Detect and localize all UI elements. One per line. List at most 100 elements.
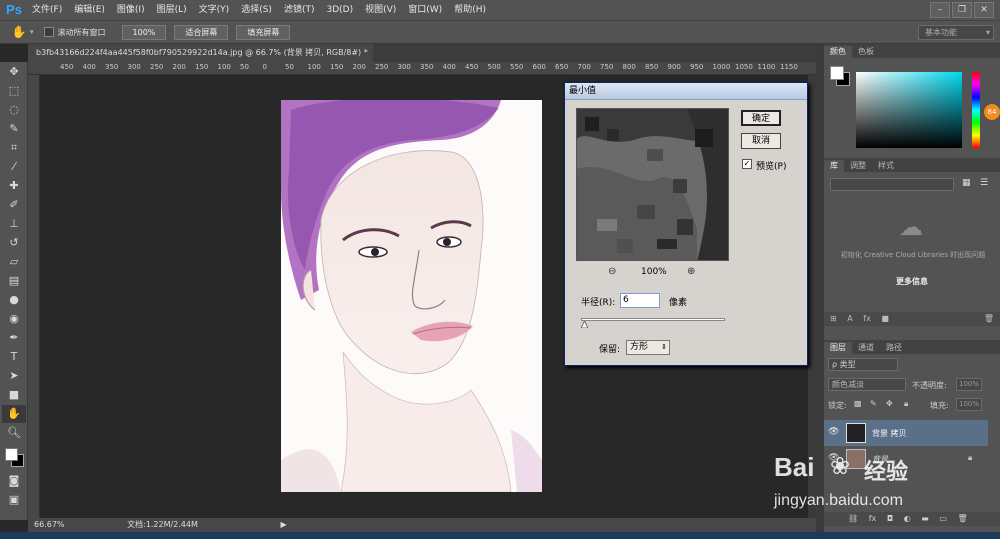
tab-paths[interactable]: 路径 <box>880 342 908 354</box>
ruler-tick-label: 1150 <box>780 63 798 71</box>
add-fx-icon[interactable]: fx <box>863 314 871 323</box>
tab-channels[interactable]: 通道 <box>852 342 880 354</box>
menu-edit[interactable]: 编辑(E) <box>68 0 111 20</box>
menu-file[interactable]: 文件(F) <box>26 0 68 20</box>
add-color-icon[interactable]: ■ <box>881 314 889 323</box>
preserve-select[interactable]: 方形 ⇕ <box>626 340 670 355</box>
preview-label[interactable]: 预览(P) <box>756 159 786 172</box>
opacity-field[interactable]: 100% <box>956 378 982 391</box>
hand-tool-icon[interactable]: ✋ <box>8 25 30 39</box>
type-tool-icon[interactable]: T <box>2 348 26 366</box>
tab-swatches[interactable]: 色板 <box>852 46 880 58</box>
zoom-out-icon[interactable]: ⊖ <box>608 266 616 277</box>
gradient-tool-icon[interactable]: ▤ <box>2 272 26 290</box>
blur-tool-icon[interactable]: ● <box>2 291 26 309</box>
radius-slider[interactable] <box>581 318 725 321</box>
document-tab[interactable]: b3fb43166d224f4aa445f58f0bf790529922d14a… <box>28 44 373 62</box>
foreground-background-swatch[interactable] <box>2 444 26 470</box>
blend-mode-select[interactable]: 颜色减淡 <box>828 378 906 391</box>
zoom-in-icon[interactable]: ⊕ <box>687 266 695 277</box>
eyedropper-tool-icon[interactable]: ⁄ <box>2 158 26 176</box>
library-trash-icon[interactable]: 🗑︎ <box>984 312 994 326</box>
brush-tool-icon[interactable]: ✐ <box>2 196 26 214</box>
ruler-tick-label: 50 <box>285 63 294 71</box>
dialog-title[interactable]: 最小值 <box>565 83 807 100</box>
lock-all-icon[interactable]: 🔒︎ <box>904 399 908 409</box>
foreground-color-chip[interactable] <box>830 66 844 80</box>
ruler-tick-label: 200 <box>352 63 366 71</box>
radius-slider-thumb[interactable] <box>581 321 588 328</box>
fill-screen-button[interactable]: 填充屏幕 <box>236 24 291 40</box>
minimize-button[interactable]: – <box>930 2 950 18</box>
tab-adjustments[interactable]: 调整 <box>844 160 872 172</box>
lock-position-icon[interactable]: ✥ <box>886 399 893 408</box>
add-text-icon[interactable]: A <box>847 314 852 323</box>
healing-brush-tool-icon[interactable]: ✚ <box>2 177 26 195</box>
tab-color[interactable]: 颜色 <box>824 46 852 58</box>
dodge-tool-icon[interactable]: ◉ <box>2 310 26 328</box>
quick-mask-icon[interactable]: ◙ <box>2 472 26 490</box>
lock-transparency-icon[interactable]: ▩ <box>854 399 862 408</box>
blend-mode-label: 颜色减淡 <box>832 380 864 389</box>
grid-view-icon[interactable]: ▦ <box>962 178 971 188</box>
menu-layer[interactable]: 图层(L) <box>151 0 193 20</box>
fill-field[interactable]: 100% <box>956 398 982 411</box>
scroll-all-checkbox[interactable] <box>43 27 54 37</box>
menu-3d[interactable]: 3D(D) <box>320 0 359 20</box>
library-message: 初始化 Creative Cloud Libraries 时出现问题 <box>840 251 986 259</box>
menu-type[interactable]: 文字(Y) <box>193 0 236 20</box>
lock-pixels-icon[interactable]: ✎ <box>870 399 877 408</box>
clone-stamp-tool-icon[interactable]: ⊥ <box>2 215 26 233</box>
crop-tool-icon[interactable]: ⌗ <box>2 139 26 157</box>
menu-image[interactable]: 图像(I) <box>111 0 151 20</box>
menu-bar: Ps 文件(F) 编辑(E) 图像(I) 图层(L) 文字(Y) 选择(S) 滤… <box>0 0 1000 20</box>
menu-select[interactable]: 选择(S) <box>235 0 278 20</box>
status-menu-arrow-icon[interactable]: ▶ <box>280 520 286 529</box>
screen-mode-icon[interactable]: ▣ <box>2 491 26 509</box>
zoom-100-button[interactable]: 100% <box>121 24 167 40</box>
ruler-tick-label: 200 <box>172 63 186 71</box>
menu-view[interactable]: 视图(V) <box>359 0 402 20</box>
add-graphic-icon[interactable]: ⊞ <box>830 314 837 323</box>
visibility-eye-icon[interactable]: 👁︎ <box>828 427 839 437</box>
workspace-select[interactable]: 基本功能 ▾ <box>918 24 994 40</box>
layer-row[interactable]: 👁︎ 背景 拷贝 <box>824 420 988 446</box>
menu-window[interactable]: 窗口(W) <box>402 0 448 20</box>
color-field[interactable] <box>856 72 962 148</box>
layer-filter-select[interactable]: ρ 类型 <box>828 358 898 371</box>
tab-layers[interactable]: 图层 <box>824 342 852 354</box>
restore-button[interactable]: ❐ <box>952 2 972 18</box>
filter-preview[interactable] <box>576 108 729 261</box>
layer-name[interactable]: 背景 拷贝 <box>872 428 907 439</box>
workspace-label: 基本功能 <box>925 27 957 37</box>
zoom-tool-icon[interactable]: 🔍︎ <box>2 424 26 442</box>
lasso-tool-icon[interactable]: ◌ <box>2 101 26 119</box>
menu-help[interactable]: 帮助(H) <box>448 0 492 20</box>
cancel-button[interactable]: 取消 <box>741 133 781 149</box>
radius-input[interactable]: 6 <box>620 293 660 308</box>
tab-styles[interactable]: 样式 <box>872 160 900 172</box>
fit-screen-button[interactable]: 适合屏幕 <box>174 24 229 40</box>
history-brush-tool-icon[interactable]: ↺ <box>2 234 26 252</box>
tool-preset-arrow-icon[interactable]: ▾ <box>30 28 34 36</box>
hue-slider[interactable] <box>972 72 980 148</box>
library-more-info-link[interactable]: 更多信息 <box>824 276 1000 287</box>
preview-checkbox[interactable]: ✓ <box>742 159 752 169</box>
hand-tool-icon[interactable]: ✋ <box>2 405 26 423</box>
close-window-button[interactable]: ✕ <box>974 2 994 18</box>
marquee-tool-icon[interactable]: ⬚ <box>2 82 26 100</box>
quick-select-tool-icon[interactable]: ✎ <box>2 120 26 138</box>
status-zoom[interactable]: 66.67% <box>34 520 65 529</box>
ruler-tick-label: 100 <box>217 63 231 71</box>
tab-libraries[interactable]: 库 <box>824 160 844 172</box>
menu-filter[interactable]: 滤镜(T) <box>278 0 321 20</box>
move-tool-icon[interactable]: ✥ <box>2 63 26 81</box>
pen-tool-icon[interactable]: ✒ <box>2 329 26 347</box>
list-view-icon[interactable]: ☰ <box>980 178 988 188</box>
shape-tool-icon[interactable]: ■ <box>2 386 26 404</box>
path-select-tool-icon[interactable]: ➤ <box>2 367 26 385</box>
eraser-tool-icon[interactable]: ▱ <box>2 253 26 271</box>
library-select[interactable] <box>830 178 954 191</box>
foreground-color-swatch[interactable] <box>5 448 18 461</box>
ok-button[interactable]: 确定 <box>741 110 781 126</box>
